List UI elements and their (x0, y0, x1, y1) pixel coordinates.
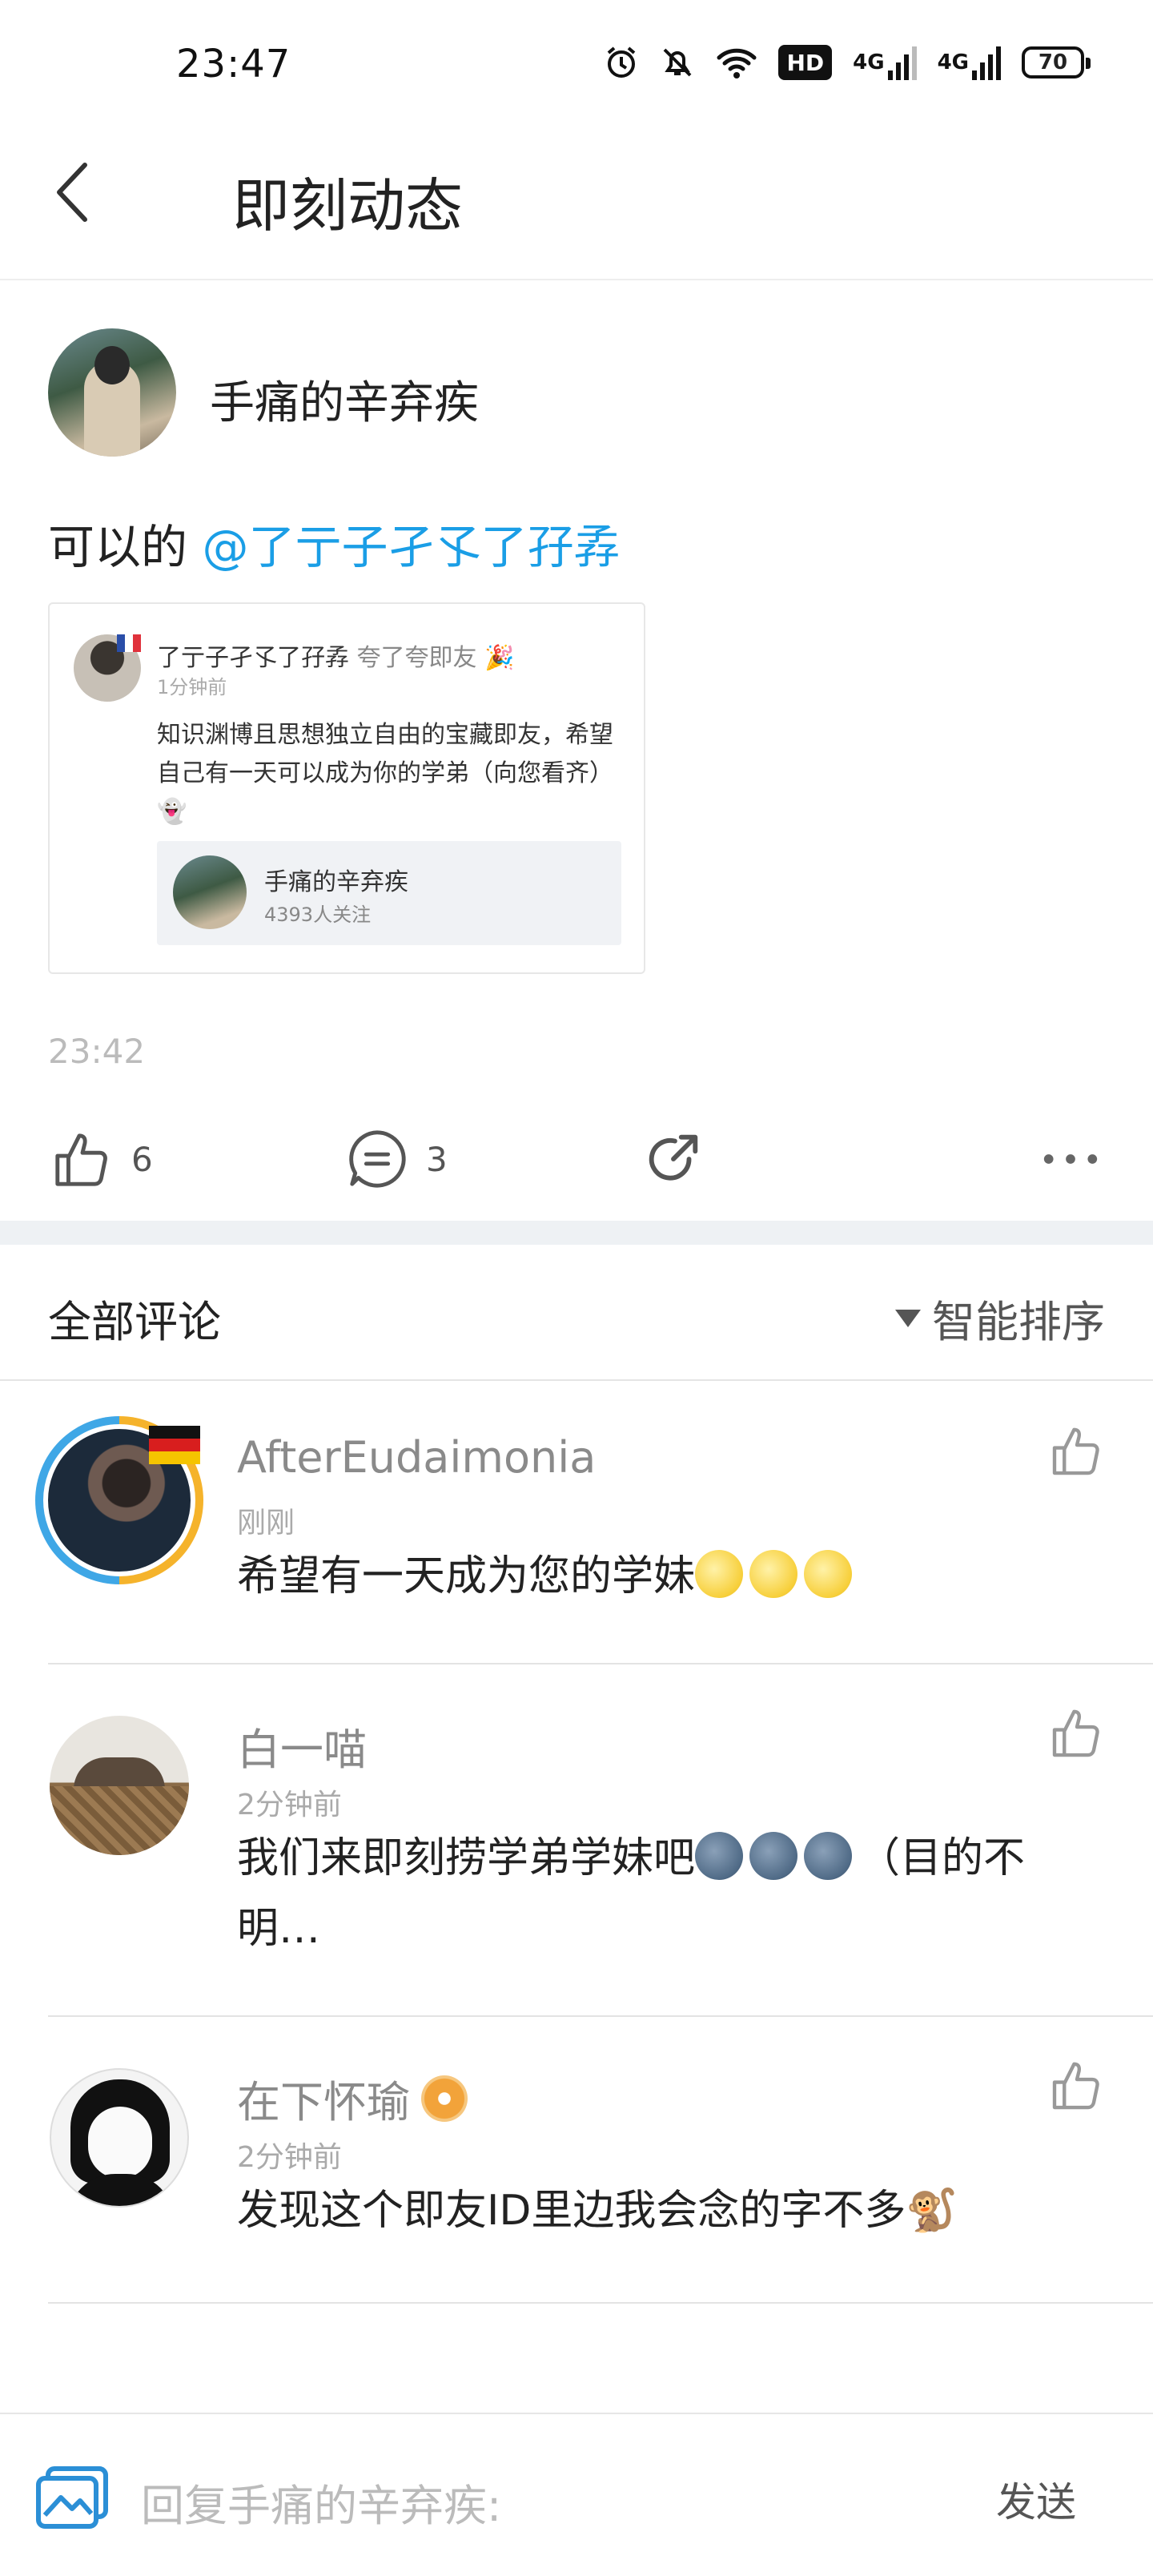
chevron-left-icon (57, 163, 87, 222)
signal-4g-icon: 4G (853, 45, 917, 80)
germany-flag-icon (149, 1426, 200, 1464)
france-flag-icon (117, 634, 141, 652)
share-button[interactable] (642, 1128, 705, 1190)
comments-header: 全部评论 智能排序 (0, 1245, 1153, 1381)
embed-name: 手痛的辛弃疾 (264, 868, 408, 896)
page-title: 即刻动态 (232, 172, 464, 239)
net-label-1: 4G (853, 50, 885, 74)
comment-time: 2分钟前 (237, 1789, 342, 1821)
dropdown-triangle-icon (895, 1309, 921, 1327)
status-icons: HD 4G 4G 70 (604, 45, 1091, 80)
comment-time: 2分钟前 (237, 2141, 342, 2174)
commenter-avatar[interactable] (50, 2068, 189, 2208)
thumbs-up-icon (55, 1133, 107, 1186)
comment-separator (48, 1663, 1153, 1664)
comment-text-body: 希望有一天成为您的学妹 (237, 1552, 696, 1600)
image-picker-icon[interactable] (35, 2465, 109, 2530)
wifi-icon (716, 45, 757, 80)
post-actions: 6 3 (0, 1120, 1153, 1200)
send-button[interactable]: 发送 (996, 2470, 1076, 2528)
battery-icon: 70 (1022, 46, 1091, 78)
hd-icon: HD (778, 45, 833, 80)
comment-count: 3 (426, 1139, 448, 1179)
commenter-name-text: 在下怀瑜 (237, 2077, 410, 2127)
commenter-name-text: 白一喵 (237, 1725, 367, 1775)
sun-face-emoji-icon (749, 1550, 798, 1598)
status-bar: 23:47 HD 4G 4G 70 (0, 0, 1153, 128)
comment-text: 希望有一天成为您的学妹 (237, 1541, 1094, 1612)
post-time: 23:42 (48, 1032, 146, 1071)
alarm-icon (604, 45, 639, 80)
sort-label: 智能排序 (932, 1297, 1105, 1347)
commenter-name[interactable]: AfterEudaimonia (237, 1432, 596, 1483)
reply-bar: 回复手痛的辛弃疾: 发送 (0, 2413, 1153, 2576)
post-text-body: 可以的 (48, 520, 203, 574)
comment-bubble-icon (349, 1130, 406, 1188)
share-icon (649, 1134, 698, 1181)
new-moon-face-emoji-icon (804, 1832, 853, 1880)
net-label-2: 4G (937, 50, 969, 74)
quote-author-line: 了亍子孑孓了孖孨 夸了夸即友 🎉 (157, 638, 514, 673)
mention-link[interactable]: @了亍子孑孓了孖孨 (202, 520, 620, 574)
reply-input[interactable]: 回复手痛的辛弃疾: (141, 2470, 501, 2534)
more-options-button[interactable] (1039, 1128, 1102, 1190)
comment-separator (48, 2015, 1153, 2017)
quote-embed-profile[interactable]: 手痛的辛弃疾 4393人关注 (157, 841, 621, 945)
top-header: 即刻动态 (0, 128, 1153, 280)
comment-separator (48, 2302, 1153, 2304)
quoted-post-card[interactable]: 了亍子孑孓了孖孨 夸了夸即友 🎉 1分钟前 知识渊博且思想独立自由的宝藏即友，希… (48, 602, 645, 974)
sun-face-emoji-icon (695, 1550, 744, 1598)
quote-time: 1分钟前 (157, 676, 227, 698)
quote-text: 知识渊博且思想独立自由的宝藏即友，希望自己有一天可以成为你的学弟（向您看齐）👻 (157, 721, 613, 826)
embed-followers: 4393人关注 (264, 904, 372, 926)
comment-text: 我们来即刻捞学弟学妹吧 （目的不明… (237, 1823, 1094, 1964)
quote-author-tag: 夸了夸即友 🎉 (356, 644, 515, 672)
comments-title: 全部评论 (48, 1297, 221, 1347)
commenter-name[interactable]: 在下怀瑜 (237, 2067, 468, 2130)
new-moon-face-emoji-icon (695, 1832, 744, 1880)
more-dots-icon (1043, 1154, 1098, 1164)
comment-text-body: 我们来即刻捞学弟学妹吧 (237, 1834, 696, 1882)
status-time: 23:47 (176, 42, 291, 87)
like-button[interactable]: 6 (51, 1128, 153, 1190)
quote-author-name: 了亍子孑孓了孖孨 (157, 644, 349, 672)
embed-avatar (173, 855, 247, 929)
commenter-name-text: AfterEudaimonia (237, 1432, 597, 1483)
commenter-avatar[interactable] (50, 1716, 189, 1855)
section-divider (0, 1221, 1153, 1245)
post-text: 可以的 @了亍子孑孓了孖孨 (48, 509, 620, 577)
comment-button[interactable]: 3 (346, 1128, 448, 1190)
sort-dropdown[interactable]: 智能排序 (895, 1286, 1105, 1350)
new-moon-face-emoji-icon (749, 1832, 798, 1880)
sun-face-emoji-icon (804, 1550, 853, 1598)
commenter-name[interactable]: 白一喵 (237, 1714, 367, 1777)
comment-like-icon[interactable] (1049, 1423, 1105, 1479)
back-button[interactable] (45, 160, 109, 224)
author-avatar[interactable] (48, 328, 176, 457)
comment-like-icon[interactable] (1049, 2057, 1105, 2113)
mute-bell-icon (660, 45, 695, 80)
signal-4g-icon-2: 4G (938, 45, 1001, 80)
comment-like-icon[interactable] (1049, 1705, 1105, 1761)
comment-time: 刚刚 (237, 1507, 295, 1540)
star-badge-icon (421, 2075, 468, 2122)
author-name[interactable]: 手痛的辛弃疾 (210, 367, 479, 432)
like-count: 6 (131, 1139, 153, 1179)
comment-text: 发现这个即友ID里边我会念的字不多🐒 (237, 2187, 958, 2235)
